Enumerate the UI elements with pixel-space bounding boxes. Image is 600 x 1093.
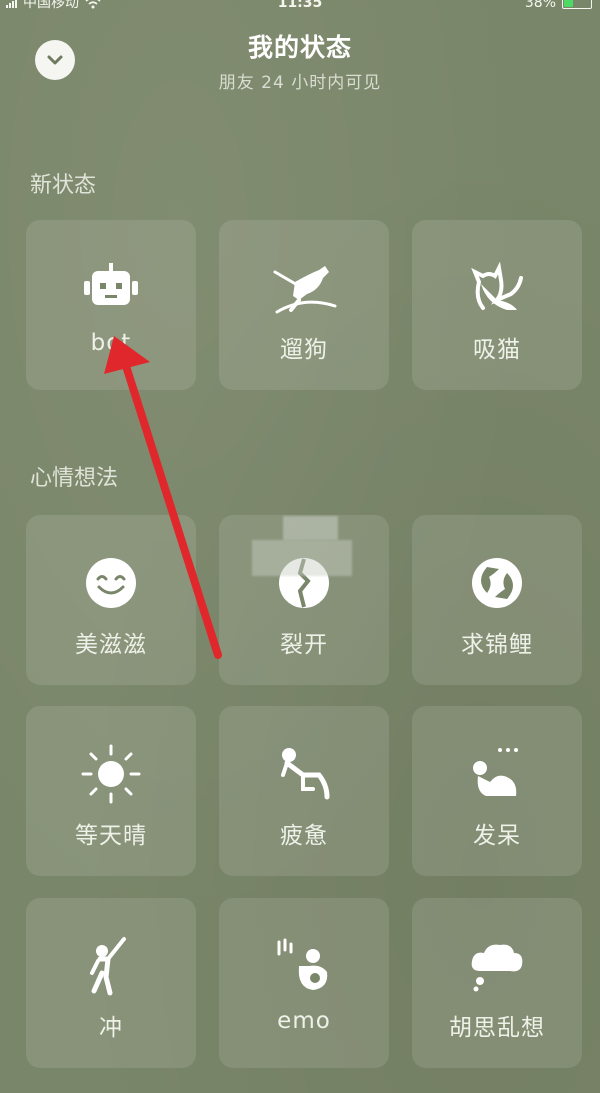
emo-person-icon [269,936,339,996]
status-tile-label: 发呆 [473,823,521,849]
status-tile-label: 裂开 [280,632,328,658]
tired-person-icon [269,744,339,804]
battery-percent: 38% [524,0,556,11]
cheer-person-icon [76,936,146,996]
thought-cloud-icon [462,936,532,996]
status-tile-emo[interactable]: emo [219,898,389,1068]
status-tile-label: 疲惫 [280,823,328,849]
status-tile-label: 求锦鲤 [461,632,533,658]
status-tile-label: 美滋滋 [75,632,147,658]
cat-icon [462,258,532,318]
status-tile-sunny[interactable]: 等天晴 [26,706,196,876]
status-tile-cat[interactable]: 吸猫 [412,220,582,390]
status-tile-label: 等天晴 [75,823,147,849]
section-label-new-status: 新状态 [30,173,97,198]
daydream-icon [462,744,532,804]
status-right: 38% [525,0,592,10]
status-tile-daydream[interactable]: 发呆 [412,706,582,876]
koi-icon [462,553,532,613]
status-tile-rush[interactable]: 冲 [26,898,196,1068]
smile-icon [76,553,146,613]
page-title: 我的状态 [247,33,352,62]
status-tile-label: 遛狗 [280,337,328,363]
battery-icon [562,0,592,9]
status-tile-label: bot [90,330,132,356]
status-tile-label: 胡思乱想 [449,1015,545,1041]
header: 我的状态 朋友 24 小时内可见 [0,18,600,108]
status-tile-dog-walking[interactable]: 遛狗 [219,220,389,390]
blur-patch [252,540,352,576]
clock: 11:35 [277,0,323,11]
sun-icon [76,744,146,804]
status-tile-label: 吸猫 [473,337,521,363]
robot-icon [76,258,146,318]
status-tile-label: emo [277,1008,331,1034]
status-tile-tired[interactable]: 疲惫 [219,706,389,876]
status-tile-label: 冲 [99,1015,123,1041]
section-label-mood: 心情想法 [30,466,119,491]
status-tile-bot[interactable]: bot [26,220,196,390]
blur-patch [283,516,338,540]
status-tile-overthinking[interactable]: 胡思乱想 [412,898,582,1068]
dog-walking-icon [269,258,339,318]
status-tile-happy[interactable]: 美滋滋 [26,515,196,685]
battery-fill [564,0,574,7]
status-bar: 中国移动 11:35 38% [0,0,600,16]
status-tile-koi[interactable]: 求锦鲤 [412,515,582,685]
page-subtitle: 朋友 24 小时内可见 [218,73,382,93]
